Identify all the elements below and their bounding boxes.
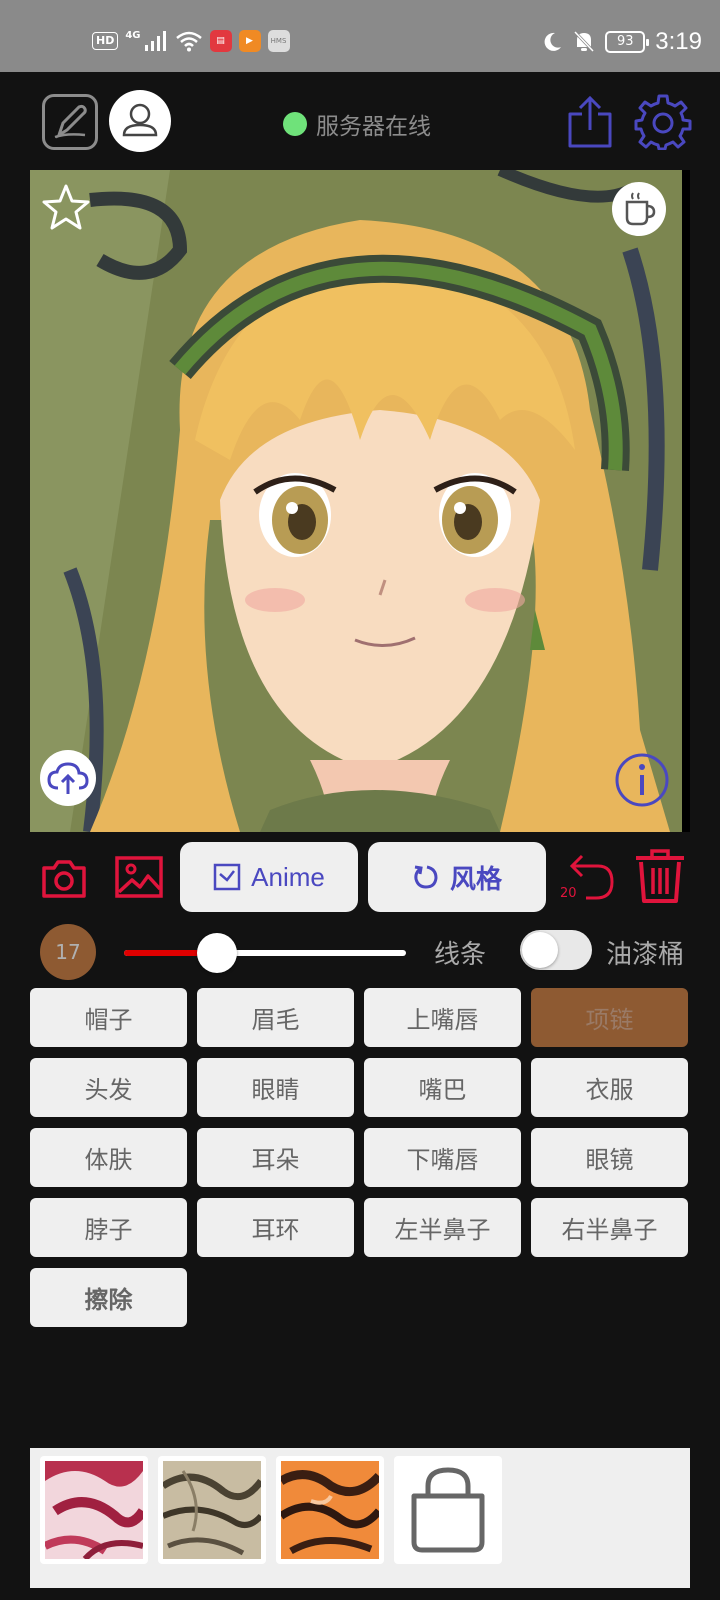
anime-portrait-image (30, 170, 690, 832)
segment-button[interactable]: 头发 (30, 1058, 187, 1117)
info-icon (615, 753, 669, 807)
camera-icon (42, 860, 86, 898)
shopping-bag-icon (411, 1467, 485, 1553)
style-label: 风格 (449, 864, 502, 895)
video-app-icon: ▶ (238, 30, 261, 52)
favorite-button[interactable] (40, 182, 92, 234)
style-button[interactable]: 风格 (368, 842, 546, 912)
upload-button[interactable] (40, 750, 96, 806)
brush-size-slider[interactable] (124, 933, 406, 973)
segment-button[interactable]: 项链 (531, 988, 688, 1047)
server-status-text: 服务器在线 (316, 114, 431, 140)
segment-button[interactable]: 耳朵 (197, 1128, 354, 1187)
paint-bucket-toggle[interactable] (520, 930, 592, 970)
gallery-button[interactable] (114, 854, 164, 900)
settings-button[interactable] (634, 92, 692, 151)
texture-orange[interactable] (276, 1456, 384, 1564)
canvas-edge (682, 170, 690, 832)
status-left: HD 4G ▤ ▶ HMS (92, 30, 290, 52)
camera-button[interactable] (40, 856, 88, 900)
brush-size-indicator: 17 (40, 924, 96, 980)
clock: 3:19 (655, 28, 702, 55)
refresh-icon (414, 865, 438, 889)
pink-texture (45, 1461, 143, 1559)
toolbar: Anime 风格 20 (0, 838, 720, 918)
segment-button[interactable]: 擦除 (30, 1268, 187, 1327)
header: 服务器在线 (0, 72, 720, 170)
segment-button[interactable]: 耳环 (197, 1198, 354, 1257)
segment-button[interactable]: 左半鼻子 (364, 1198, 521, 1257)
status-right: 93 3:19 (541, 28, 702, 56)
segment-button[interactable]: 下嘴唇 (364, 1128, 521, 1187)
moon-icon (544, 32, 562, 51)
delete-button[interactable] (634, 848, 686, 904)
segment-button[interactable]: 上嘴唇 (364, 988, 521, 1047)
network-type: 4G (125, 29, 141, 41)
cloud-upload-icon (47, 762, 89, 794)
texture-bar (30, 1448, 690, 1588)
drawing-canvas[interactable] (30, 170, 690, 832)
star-icon (42, 184, 90, 230)
bell-off-icon (574, 30, 595, 53)
wifi-icon (175, 31, 202, 52)
slider-thumb[interactable] (197, 933, 238, 973)
line-label: 线条 (434, 940, 487, 970)
share-icon (568, 95, 612, 148)
server-online-dot (283, 112, 307, 136)
user-profile-button[interactable] (109, 90, 171, 152)
trash-icon (636, 849, 684, 903)
segment-button[interactable]: 右半鼻子 (531, 1198, 688, 1257)
segment-button[interactable]: 眼睛 (197, 1058, 354, 1117)
segment-button[interactable]: 眼镜 (531, 1128, 688, 1187)
status-bar: HD 4G ▤ ▶ HMS 93 3:19 (0, 0, 720, 72)
image-icon (115, 856, 163, 898)
hms-app-icon: HMS (267, 30, 290, 52)
segment-button[interactable]: 脖子 (30, 1198, 187, 1257)
battery-indicator: 93 (605, 31, 650, 53)
undo-count: 20 (560, 886, 577, 901)
hd-indicator: HD (92, 32, 119, 50)
share-button[interactable] (562, 92, 618, 152)
segment-button[interactable]: 体肤 (30, 1128, 187, 1187)
signal-icon (144, 31, 166, 51)
anime-model-button[interactable]: Anime (180, 842, 358, 912)
donate-button[interactable] (612, 182, 666, 236)
sepia-texture (163, 1461, 261, 1559)
toggle-knob (522, 932, 558, 968)
server-status: 服务器在线 (283, 107, 431, 141)
segment-grid: 帽子 眉毛 上嘴唇 项链头发 眼睛 嘴巴 衣服体肤 耳朵 下嘴唇 眼镜脖子 耳环 左半鼻子 右半鼻子擦除 (30, 988, 690, 1327)
checkbox-icon (213, 863, 241, 891)
segment-button[interactable]: 嘴巴 (364, 1058, 521, 1117)
texture-store-button[interactable] (394, 1456, 502, 1564)
orange-texture (281, 1461, 379, 1559)
coffee-cup-icon (625, 192, 656, 226)
pen-icon (54, 104, 87, 139)
texture-pink[interactable] (40, 1456, 148, 1564)
segment-button[interactable]: 帽子 (30, 988, 187, 1047)
book-app-icon: ▤ (209, 30, 232, 52)
texture-sepia[interactable] (158, 1456, 266, 1564)
info-button[interactable] (614, 752, 670, 808)
segment-button[interactable]: 眉毛 (197, 988, 354, 1047)
anime-label: Anime (251, 861, 325, 892)
brush-controls: 17 线条 油漆桶 (0, 920, 720, 982)
gear-icon (634, 94, 692, 151)
paint-bucket-label: 油漆桶 (606, 940, 685, 970)
draw-mode-button[interactable] (42, 94, 98, 150)
user-icon (122, 103, 158, 137)
segment-button[interactable]: 衣服 (531, 1058, 688, 1117)
